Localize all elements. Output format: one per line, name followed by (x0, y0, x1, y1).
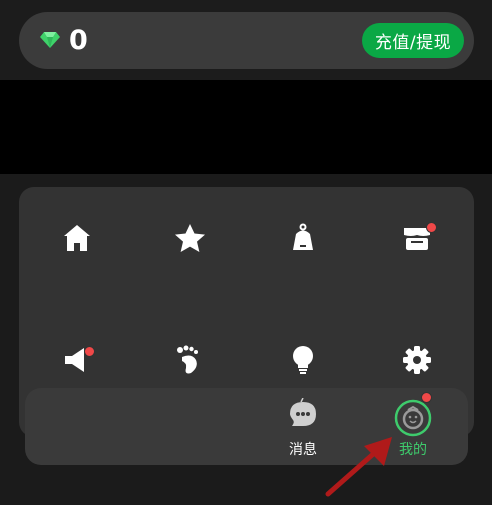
star-icon[interactable] (172, 220, 208, 256)
me-badge (421, 392, 432, 403)
profile-avatar-icon (394, 399, 432, 437)
home-icon[interactable] (59, 220, 95, 256)
megaphone-badge (84, 346, 95, 357)
annotation-arrow-icon (325, 437, 392, 497)
chat-bubble-icon (290, 398, 316, 426)
balance-value: 0 (69, 25, 88, 56)
diamond-icon (40, 32, 60, 48)
footprints-icon[interactable] (172, 342, 208, 378)
bell-icon[interactable] (285, 220, 321, 256)
bottom-navigation: 消息 我的 (25, 388, 468, 465)
gear-icon[interactable] (399, 342, 435, 378)
recharge-withdraw-button[interactable]: 充值/提现 (362, 23, 464, 58)
lightbulb-icon[interactable] (285, 342, 321, 378)
wallet-bar: 0 充值/提现 (19, 12, 474, 69)
store-badge (426, 222, 437, 233)
